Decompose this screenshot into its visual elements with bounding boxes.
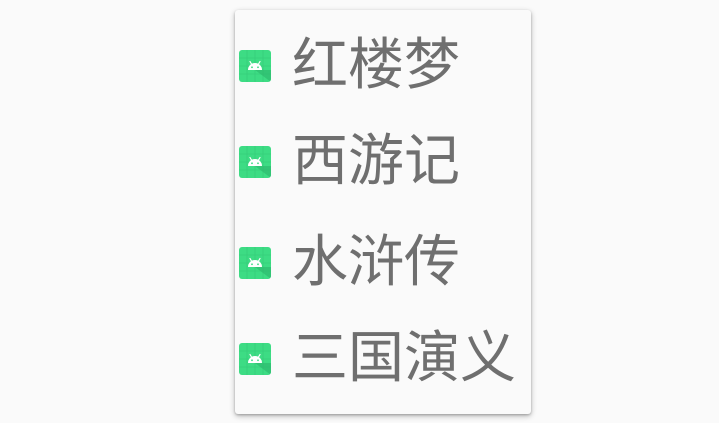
list-item-label: 西游记	[292, 128, 460, 194]
list-item-label: 水浒传	[292, 229, 460, 295]
android-icon	[239, 343, 271, 375]
list-item-label: 三国演义	[292, 326, 516, 391]
dropdown-popup: 红楼梦 西游记 水浒传 三国演义	[235, 10, 531, 414]
screen: 红楼梦 西游记 水浒传 三国演义	[0, 0, 719, 423]
list-item-label: 红楼梦	[292, 32, 460, 98]
android-icon	[239, 49, 271, 82]
list-item[interactable]: 西游记	[235, 111, 531, 212]
list-item[interactable]: 水浒传	[235, 212, 531, 313]
list-item[interactable]: 红楼梦	[235, 10, 531, 111]
android-icon	[239, 246, 271, 279]
list-item[interactable]: 三国演义	[235, 313, 531, 405]
android-icon	[239, 145, 271, 178]
